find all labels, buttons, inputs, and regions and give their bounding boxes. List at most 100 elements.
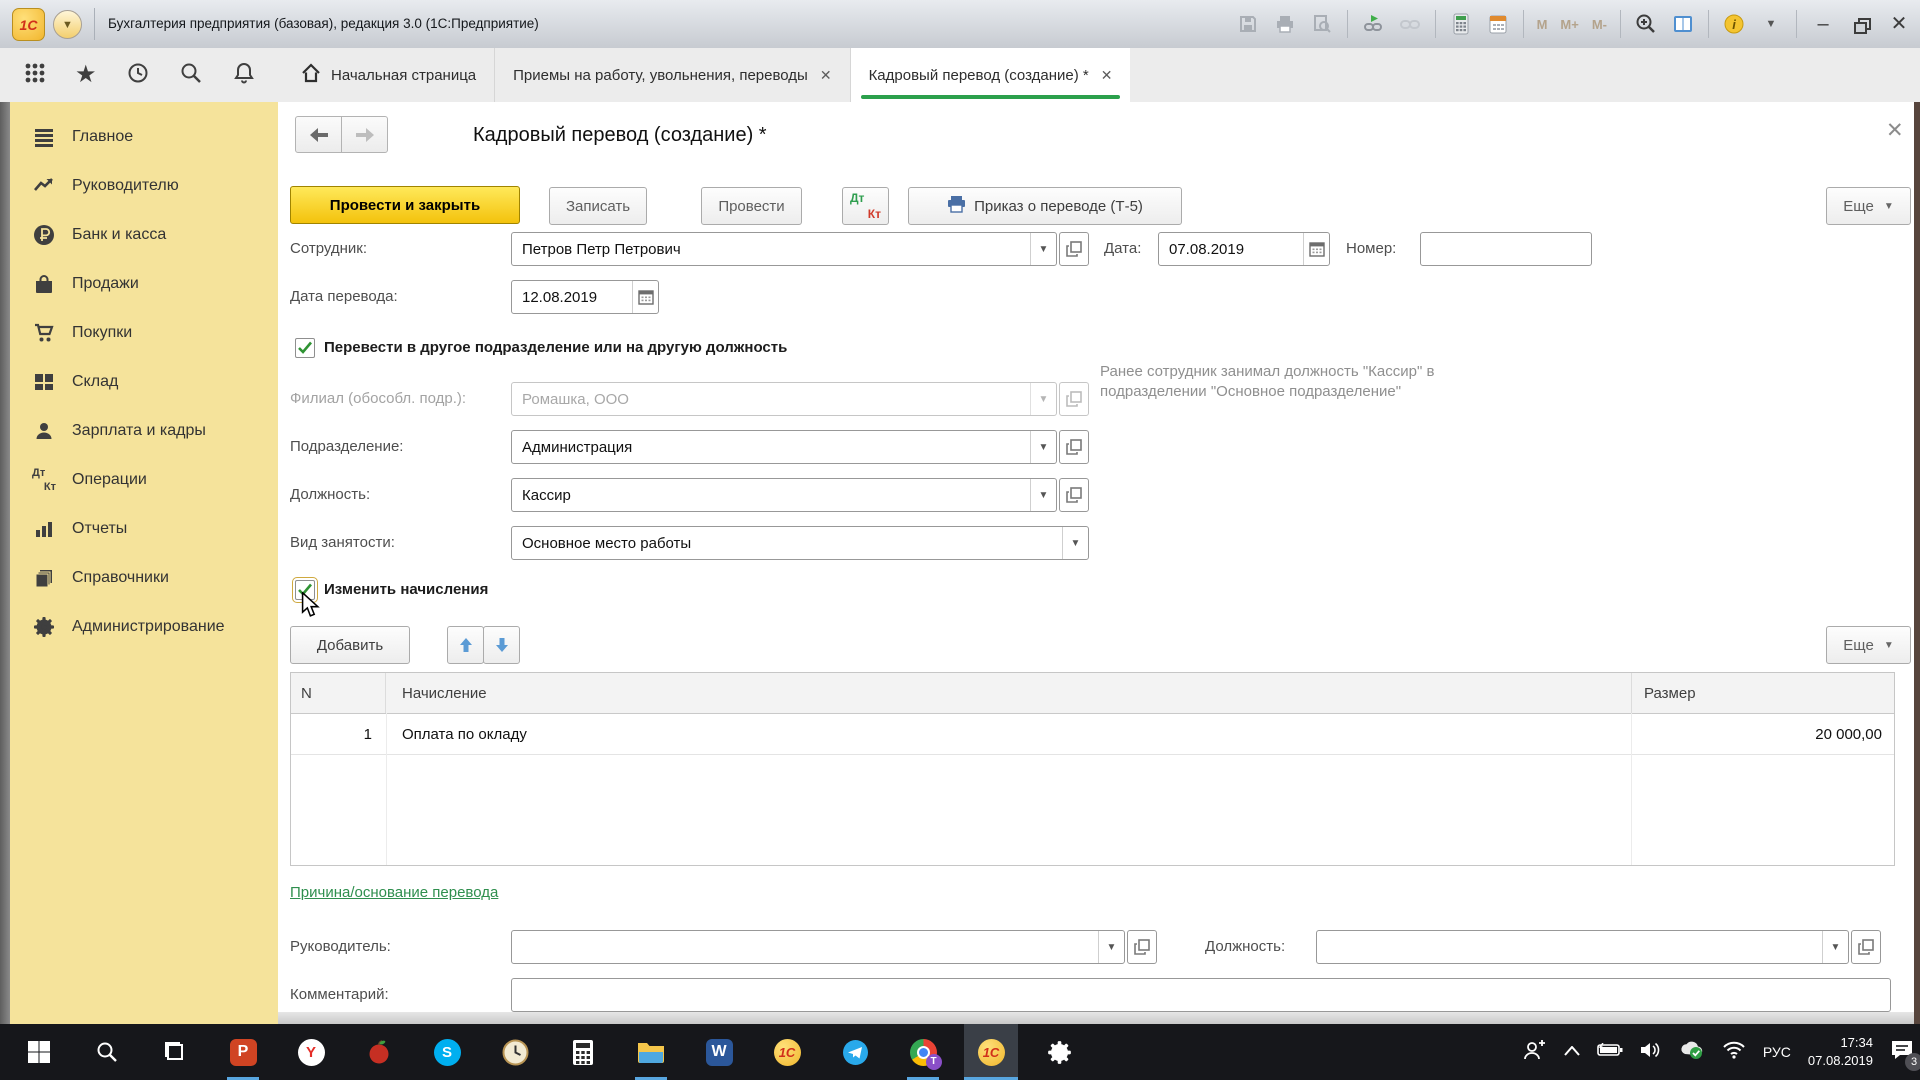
accruals-table[interactable]: N Начисление Размер 1 Оплата по окладу 2… (290, 672, 1895, 866)
chevron-down-icon[interactable]: ▼ (1030, 233, 1056, 265)
post-and-close-button[interactable]: Провести и закрыть (290, 186, 520, 224)
calendar-icon[interactable] (1486, 12, 1510, 36)
taskbar-app-apple[interactable] (352, 1024, 406, 1080)
print-preview-icon[interactable] (1310, 12, 1334, 36)
apps-grid-icon[interactable] (24, 62, 46, 89)
tab-hiring-transfers[interactable]: Приемы на работу, увольнения, переводы ✕ (495, 48, 850, 102)
system-menu-button[interactable]: ▼ (53, 10, 82, 39)
split-window-icon[interactable] (1671, 12, 1695, 36)
start-button[interactable] (12, 1024, 66, 1080)
close-icon[interactable]: ✕ (1886, 12, 1912, 36)
post-button[interactable]: Провести (701, 187, 802, 225)
transfer-checkbox[interactable] (295, 338, 315, 358)
memory-m-minus-button[interactable]: M- (1592, 17, 1607, 32)
chevron-down-icon[interactable]: ▼ (1822, 931, 1848, 963)
calendar-icon[interactable] (1303, 233, 1329, 265)
notification-center-icon[interactable]: 3 (1890, 1039, 1914, 1066)
add-row-button[interactable]: Добавить (290, 626, 410, 664)
tab-personnel-transfer[interactable]: Кадровый перевод (создание) * ✕ (851, 48, 1131, 102)
info-icon[interactable]: i (1722, 12, 1746, 36)
more-button-table[interactable]: Еще▼ (1826, 626, 1911, 664)
zoom-icon[interactable] (1634, 12, 1658, 36)
sidebar-item-payroll-hr[interactable]: Зарплата и кадры (10, 406, 278, 455)
manager-open-button[interactable] (1127, 930, 1157, 964)
taskbar-app-word[interactable]: W (692, 1024, 746, 1080)
tab-close-icon[interactable]: ✕ (1101, 67, 1113, 84)
taskbar-search-icon[interactable] (80, 1024, 134, 1080)
manager-position-open-button[interactable] (1851, 930, 1881, 964)
taskbar-app-powerpoint[interactable]: P (216, 1024, 270, 1080)
favorites-star-icon[interactable]: ★ (75, 64, 97, 86)
sidebar-item-sales[interactable]: Продажи (10, 259, 278, 308)
language-indicator[interactable]: РУС (1763, 1044, 1791, 1060)
transfer-date-input[interactable]: 12.08.2019 (511, 280, 659, 314)
table-row[interactable]: 1 Оплата по окладу 20 000,00 (291, 714, 1894, 755)
tray-expand-chevron-icon[interactable] (1564, 1043, 1580, 1061)
chevron-down-icon[interactable]: ▼ (1098, 931, 1124, 963)
chevron-down-icon[interactable]: ▼ (1062, 527, 1088, 559)
battery-icon[interactable] (1597, 1043, 1623, 1062)
transfer-order-button[interactable]: Приказ о переводе (Т-5) (908, 187, 1182, 225)
move-up-button[interactable] (447, 626, 484, 664)
task-view-icon[interactable] (148, 1024, 202, 1080)
sidebar-item-warehouse[interactable]: Склад (10, 357, 278, 406)
chevron-down-icon[interactable]: ▼ (1030, 431, 1056, 463)
transfer-reason-link[interactable]: Причина/основание перевода (290, 884, 498, 901)
people-icon[interactable] (1523, 1039, 1547, 1066)
minimize-icon[interactable]: – (1810, 12, 1836, 36)
sidebar-item-reports[interactable]: Отчеты (10, 504, 278, 553)
taskbar-app-skype[interactable]: S (420, 1024, 474, 1080)
calendar-icon[interactable] (632, 281, 658, 313)
taskbar-app-yandex-browser[interactable]: Y (284, 1024, 338, 1080)
sidebar-item-bank-cash[interactable]: Банк и касса (10, 210, 278, 259)
employee-combo[interactable]: Петров Петр Петрович ▼ (511, 232, 1057, 266)
clock[interactable]: 17:34 07.08.2019 (1808, 1034, 1873, 1069)
manager-position-combo[interactable]: ▼ (1316, 930, 1849, 964)
sidebar-item-operations[interactable]: ДтКт Операции (10, 455, 278, 504)
sidebar-item-directories[interactable]: Справочники (10, 553, 278, 602)
taskbar-app-settings[interactable] (1032, 1024, 1086, 1080)
change-accruals-label[interactable]: Изменить начисления (324, 573, 488, 607)
save-icon[interactable] (1236, 12, 1260, 36)
history-icon[interactable] (126, 61, 150, 90)
doc-date-input[interactable]: 07.08.2019 (1158, 232, 1330, 266)
department-open-button[interactable] (1059, 430, 1089, 464)
employee-open-button[interactable] (1059, 232, 1089, 266)
wifi-icon[interactable] (1722, 1041, 1746, 1064)
onedrive-icon[interactable] (1679, 1040, 1705, 1065)
forward-button[interactable] (341, 116, 388, 153)
taskbar-app-1c-active[interactable]: 1С (964, 1024, 1018, 1080)
tab-close-icon[interactable]: ✕ (820, 67, 832, 84)
form-close-icon[interactable]: ✕ (1886, 118, 1904, 143)
memory-m-button[interactable]: M (1537, 17, 1548, 32)
taskbar-app-telegram[interactable] (828, 1024, 882, 1080)
sidebar-item-manager[interactable]: Руководителю (10, 161, 278, 210)
position-open-button[interactable] (1059, 478, 1089, 512)
go-link-icon[interactable] (1361, 12, 1385, 36)
taskbar-app-explorer[interactable] (624, 1024, 678, 1080)
more-button-top[interactable]: Еще▼ (1826, 187, 1911, 225)
notifications-bell-icon[interactable] (232, 61, 256, 90)
calculator-icon[interactable] (1449, 12, 1473, 36)
taskbar-app-1c[interactable]: 1С (760, 1024, 814, 1080)
back-button[interactable] (295, 116, 342, 153)
position-combo[interactable]: Кассир ▼ (511, 478, 1057, 512)
taskbar-app-clock[interactable] (488, 1024, 542, 1080)
volume-icon[interactable] (1640, 1041, 1662, 1064)
employment-type-combo[interactable]: Основное место работы ▼ (511, 526, 1089, 560)
chevron-down-icon[interactable]: ▼ (1030, 479, 1056, 511)
dtkt-postings-button[interactable]: ДтКт (842, 187, 889, 225)
transfer-checkbox-label[interactable]: Перевести в другое подразделение или на … (324, 331, 787, 365)
dropdown-icon[interactable]: ▼ (1759, 12, 1783, 36)
comment-input[interactable] (511, 978, 1891, 1012)
sidebar-item-main[interactable]: Главное (10, 112, 278, 161)
write-button[interactable]: Записать (549, 187, 647, 225)
department-combo[interactable]: Администрация ▼ (511, 430, 1057, 464)
sidebar-item-administration[interactable]: Администрирование (10, 602, 278, 651)
taskbar-app-chrome[interactable]: T (896, 1024, 950, 1080)
restore-icon[interactable] (1849, 12, 1873, 36)
taskbar-app-calculator[interactable] (556, 1024, 610, 1080)
number-input[interactable] (1420, 232, 1592, 266)
print-icon[interactable] (1273, 12, 1297, 36)
get-link-icon[interactable] (1398, 12, 1422, 36)
